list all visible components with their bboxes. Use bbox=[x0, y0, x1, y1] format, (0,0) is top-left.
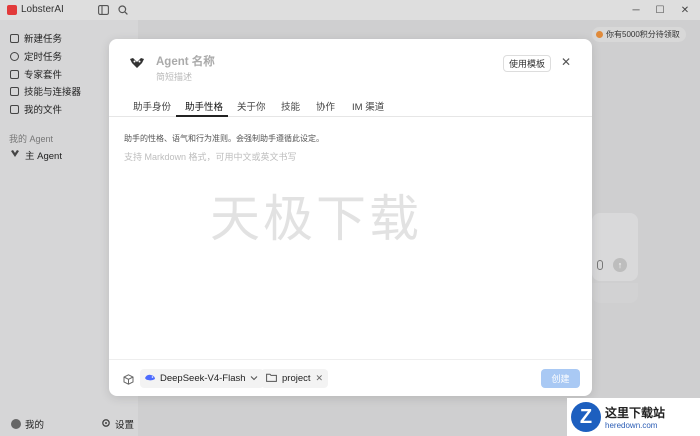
sidebar-item-label: 我的文件 bbox=[24, 105, 63, 116]
points-badge-text: 你有5000积分待领取 bbox=[606, 30, 680, 39]
tab-bar: 助手身份 助手性格 关于你 技能 协作 IM 渠道 bbox=[109, 97, 592, 117]
close-icon[interactable]: ✕ bbox=[559, 55, 573, 69]
agent-description-input[interactable]: 简短描述 bbox=[156, 70, 192, 83]
tab-personality[interactable]: 助手性格 bbox=[185, 99, 223, 113]
personality-hint: 助手的性格、语气和行为准则。会强制助手遵循此设定。 bbox=[124, 134, 324, 143]
brand-name: 这里下载站 bbox=[605, 406, 666, 420]
create-button[interactable]: 创建 bbox=[541, 369, 580, 388]
tab-about-you[interactable]: 关于你 bbox=[237, 99, 266, 113]
file-icon bbox=[10, 104, 19, 114]
settings-label: 设置 bbox=[115, 420, 135, 431]
agent-name-input[interactable]: Agent 名称 bbox=[156, 53, 215, 69]
dialog-footer: DeepSeek-V4-Flash project ✕ 创建 bbox=[109, 359, 592, 396]
coin-icon bbox=[596, 31, 603, 38]
brand-url: heredown.com bbox=[605, 421, 658, 430]
sidebar-item-label: 主 Agent bbox=[25, 151, 62, 162]
settings-button[interactable]: 设置 bbox=[101, 417, 134, 431]
site-brand: Z 这里下载站 heredown.com bbox=[567, 398, 700, 436]
create-agent-dialog: Agent 名称 简短描述 使用模板 ✕ 助手身份 助手性格 关于你 技能 协作… bbox=[109, 39, 592, 396]
model-name: DeepSeek-V4-Flash bbox=[160, 373, 246, 384]
use-template-button[interactable]: 使用模板 bbox=[503, 55, 551, 72]
tab-collaboration[interactable]: 协作 bbox=[316, 99, 335, 113]
title-bar: LobsterAI ─ ☐ ✕ bbox=[0, 0, 700, 20]
chevron-down-icon bbox=[250, 373, 258, 384]
minimize-button[interactable]: ─ bbox=[626, 3, 646, 17]
folder-chip[interactable]: project ✕ bbox=[261, 369, 329, 388]
agent-icon bbox=[10, 149, 20, 161]
sidebar-item-label: 新建任务 bbox=[24, 34, 63, 45]
app-title: LobsterAI bbox=[21, 4, 64, 15]
folder-icon bbox=[266, 373, 277, 385]
clock-icon bbox=[10, 51, 19, 61]
folder-name: project bbox=[282, 373, 311, 384]
maximize-button[interactable]: ☐ bbox=[650, 3, 670, 17]
brand-logo-icon: Z bbox=[571, 402, 601, 432]
active-tab-indicator bbox=[176, 115, 228, 117]
search-icon[interactable] bbox=[116, 3, 130, 17]
deepseek-whale-icon bbox=[144, 373, 156, 385]
sidebar-item-label: 技能与连接器 bbox=[24, 87, 82, 98]
app-logo-icon bbox=[7, 5, 17, 15]
plug-icon bbox=[10, 86, 19, 96]
close-window-button[interactable]: ✕ bbox=[675, 3, 695, 17]
chat-input-box[interactable] bbox=[592, 213, 638, 281]
watermark: 天极下载 bbox=[210, 190, 422, 248]
user-label: 我的 bbox=[25, 420, 45, 431]
avatar bbox=[11, 419, 21, 429]
edit-icon bbox=[10, 33, 19, 43]
sidebar-item-label: 专家套件 bbox=[24, 70, 63, 81]
agent-avatar-icon[interactable] bbox=[128, 56, 146, 70]
send-button[interactable]: ↑ bbox=[613, 258, 627, 272]
remove-folder-icon[interactable]: ✕ bbox=[316, 373, 324, 384]
points-badge[interactable]: 你有5000积分待领取 bbox=[592, 27, 686, 42]
microphone-icon[interactable] bbox=[597, 260, 603, 270]
tab-skills[interactable]: 技能 bbox=[281, 99, 300, 113]
grid-icon bbox=[10, 69, 19, 79]
sidebar-toggle-icon[interactable] bbox=[96, 3, 110, 17]
sidebar-item-label: 定时任务 bbox=[24, 52, 63, 63]
chat-input-footer bbox=[592, 283, 638, 303]
gear-icon bbox=[101, 418, 111, 431]
personality-editor[interactable]: 支持 Markdown 格式，可用中文或英文书写 bbox=[124, 150, 297, 163]
model-selector[interactable]: DeepSeek-V4-Flash bbox=[140, 369, 264, 388]
tab-identity[interactable]: 助手身份 bbox=[133, 99, 171, 113]
tab-im-channels[interactable]: IM 渠道 bbox=[352, 99, 384, 113]
cube-icon[interactable] bbox=[121, 372, 135, 386]
sidebar-section-label: 我的 Agent bbox=[9, 134, 54, 144]
user-menu[interactable]: 我的 bbox=[11, 417, 44, 431]
